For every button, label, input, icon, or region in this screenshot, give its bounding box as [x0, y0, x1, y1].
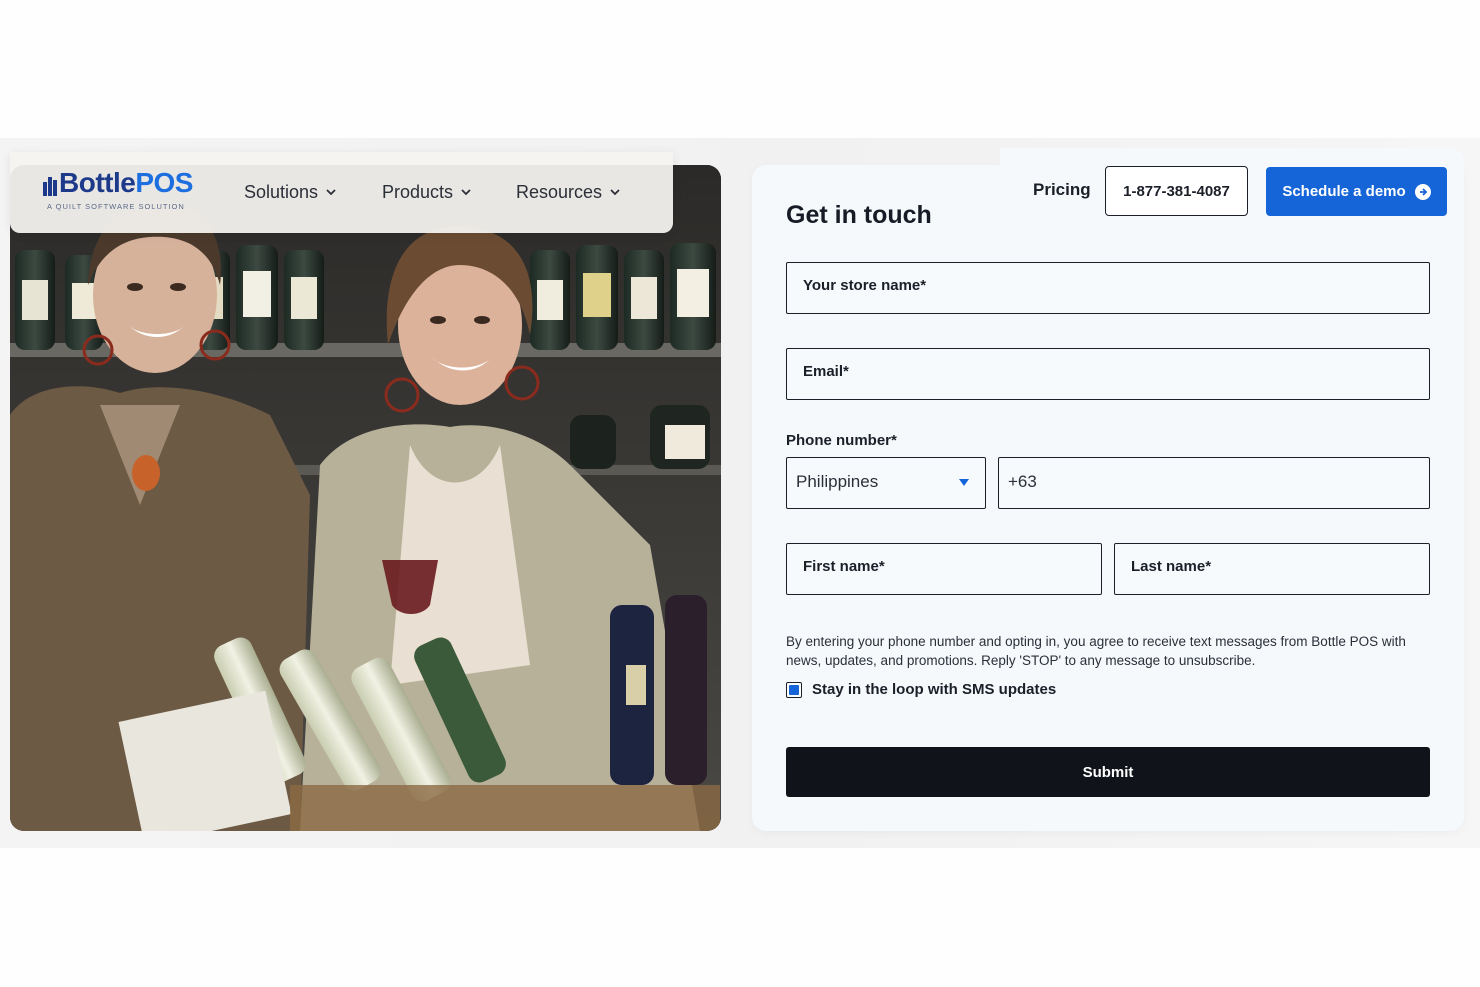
country-select[interactable]: Philippines	[786, 457, 986, 509]
sms-optin-row: Stay in the loop with SMS updates	[786, 681, 1056, 698]
chevron-down-icon	[610, 189, 620, 196]
email-input[interactable]: Email*	[786, 348, 1430, 400]
logo-bottles-icon	[43, 177, 57, 196]
checkbox-checked-mark	[789, 684, 799, 695]
chevron-down-icon	[461, 189, 471, 196]
schedule-demo-label: Schedule a demo	[1282, 183, 1406, 200]
phone-number-button[interactable]: 1-877-381-4087	[1105, 166, 1248, 216]
email-placeholder: Email*	[803, 363, 849, 380]
bottlepos-logo[interactable]: BottlePOS A QUILT SOFTWARE SOLUTION	[43, 166, 203, 216]
phone-number-input[interactable]: +63	[998, 457, 1430, 509]
schedule-demo-button[interactable]: Schedule a demo	[1266, 167, 1447, 216]
top-navbar: BottlePOS A QUILT SOFTWARE SOLUTION Solu…	[10, 152, 673, 233]
logo-tagline: A QUILT SOFTWARE SOLUTION	[47, 202, 185, 211]
sms-optin-label[interactable]: Stay in the loop with SMS updates	[812, 681, 1056, 698]
phone-number-label: 1-877-381-4087	[1123, 182, 1230, 200]
hero-photo	[10, 165, 721, 831]
nav-products[interactable]: Products	[382, 179, 471, 205]
chevron-down-icon	[326, 189, 336, 196]
submit-label: Submit	[1082, 763, 1134, 781]
caret-down-icon	[959, 479, 969, 486]
logo-wordmark: BottlePOS	[59, 167, 193, 198]
nav-resources-label: Resources	[516, 181, 603, 202]
arrow-right-circle-icon	[1414, 183, 1431, 200]
form-title: Get in touch	[786, 201, 932, 229]
submit-button[interactable]: Submit	[786, 747, 1430, 797]
last-name-placeholder: Last name*	[1131, 558, 1212, 575]
sms-optin-checkbox[interactable]	[786, 681, 802, 698]
nav-solutions-label: Solutions	[244, 181, 319, 202]
store-name-placeholder: Your store name*	[803, 277, 927, 294]
phone-number-label-text: Phone number*	[786, 432, 897, 449]
country-select-value: Philippines	[796, 472, 879, 491]
dial-code-value: +63	[1008, 472, 1037, 491]
store-name-input[interactable]: Your store name*	[786, 262, 1430, 314]
pricing-link[interactable]: Pricing	[1033, 180, 1091, 200]
sms-disclaimer: By entering your phone number and opting…	[786, 634, 1406, 668]
last-name-input[interactable]: Last name*	[1114, 543, 1430, 595]
first-name-input[interactable]: First name*	[786, 543, 1102, 595]
nav-resources[interactable]: Resources	[516, 179, 620, 205]
first-name-placeholder: First name*	[803, 558, 885, 575]
nav-solutions[interactable]: Solutions	[244, 179, 336, 205]
nav-products-label: Products	[382, 181, 454, 202]
